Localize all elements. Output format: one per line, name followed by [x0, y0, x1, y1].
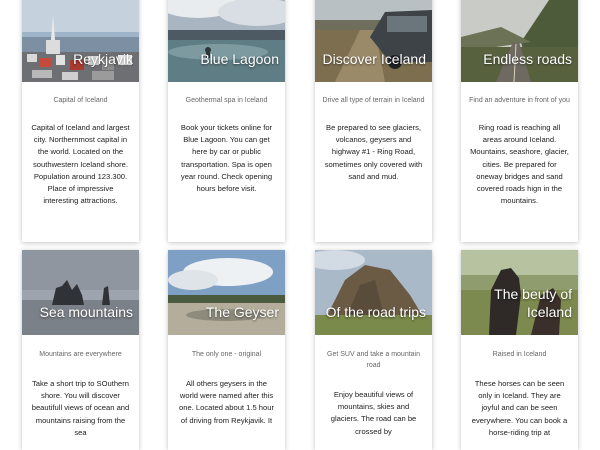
- off-the-road-photo: Of the road trips: [315, 250, 432, 335]
- card-subtitle: Capital of Iceland: [53, 97, 108, 104]
- card-title: Of the road trips: [325, 304, 426, 320]
- card-subtitle: The only one - original: [191, 351, 262, 358]
- card-description: Ring road is reaching all areas around I…: [470, 123, 569, 206]
- card-title: The Geyser: [205, 304, 279, 320]
- card-description: Enjoy beautiful views of mountains, skie…: [330, 390, 417, 436]
- card-discover-iceland[interactable]: Discover Iceland Drive all type of terra…: [315, 0, 432, 242]
- card-title: Discover Iceland: [322, 51, 427, 67]
- card-description: These horses can be seen only in Iceland…: [471, 379, 568, 437]
- reykjavik-photo: Reykjavik: [22, 0, 139, 82]
- card-description: Book your tickets online for Blue Lagoon…: [180, 123, 273, 194]
- discover-iceland-photo: Discover Iceland: [315, 0, 432, 82]
- card-off-the-road[interactable]: Of the road trips Get SUV and take a mou…: [315, 250, 432, 450]
- card-endless-roads[interactable]: Endless roads Find an adventure in front…: [461, 0, 578, 242]
- card-description: Take a short trip to SOuthern shore. You…: [31, 379, 130, 437]
- card-subtitle: Raised in Iceland: [492, 351, 547, 358]
- card-beauty-of-iceland[interactable]: The beuty of Iceland Raised in Iceland T…: [461, 250, 578, 450]
- card-subtitle: Geothermal spa in Iceland: [185, 97, 268, 104]
- card-reykjavik[interactable]: Reykjavik Capital of Iceland Capital of …: [22, 0, 139, 242]
- card-title: Reykjavik: [73, 51, 133, 67]
- card-title: Blue Lagoon: [200, 51, 279, 67]
- horses-photo: The beuty of Iceland: [461, 250, 578, 335]
- card-description: Be prepared to see glaciers, volcanos, g…: [324, 123, 423, 181]
- the-geyser-photo: The Geyser: [168, 250, 285, 335]
- card-title: Sea mountains: [39, 304, 133, 320]
- card-subtitle: Get SUV and take a mountain road: [327, 351, 420, 369]
- card-subtitle: Drive all type of terrain in Iceland: [322, 97, 425, 104]
- card-subtitle: Mountains are everywhere: [39, 351, 122, 358]
- card-sea-mountains[interactable]: Sea mountains Mountains are everywhere T…: [22, 250, 139, 450]
- card-blue-lagoon[interactable]: Blue Lagoon Geothermal spa in Iceland Bo…: [168, 0, 285, 242]
- card-description: All others geysers in the world were nam…: [179, 379, 274, 425]
- card-title: The beuty of Iceland: [494, 286, 572, 320]
- blue-lagoon-photo: Blue Lagoon: [168, 0, 285, 82]
- card-description: Capital of Iceland and largest city. Nor…: [31, 123, 130, 206]
- card-subtitle: Find an adventure in front of you: [469, 97, 570, 104]
- endless-roads-photo: Endless roads: [461, 0, 578, 82]
- sea-mountains-photo: Sea mountains: [22, 250, 139, 335]
- card-title: Endless roads: [483, 51, 572, 67]
- card-the-geyser[interactable]: The Geyser The only one - original All o…: [168, 250, 285, 450]
